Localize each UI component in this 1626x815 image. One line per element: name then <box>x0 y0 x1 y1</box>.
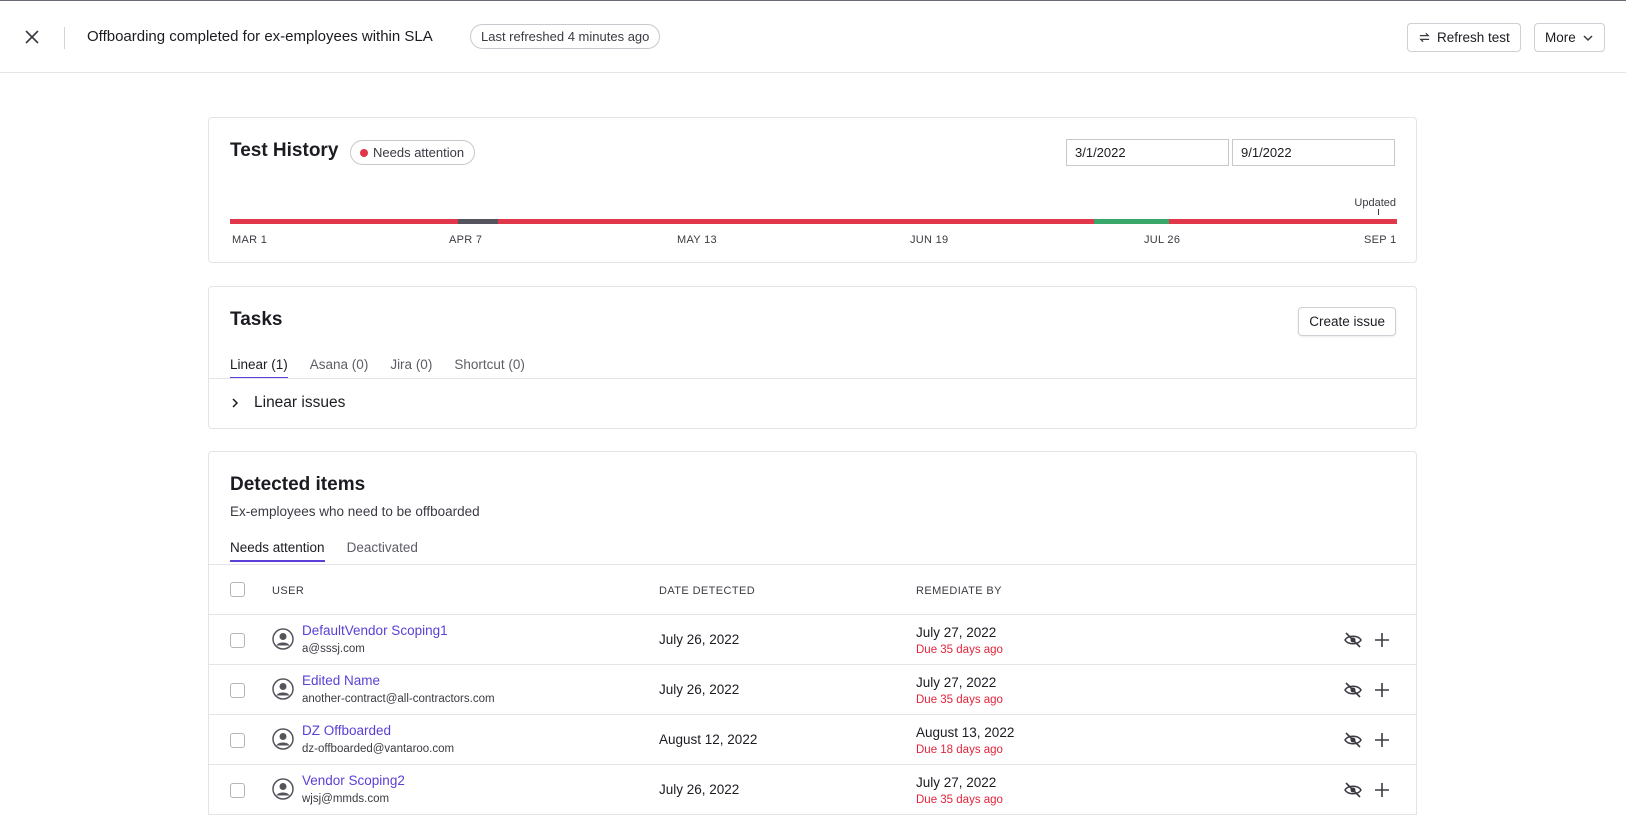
timeline-tick: JUN 19 <box>910 234 949 246</box>
user-email: a@sssj.com <box>302 643 365 655</box>
column-header-date-detected: DATE DETECTED <box>659 585 756 597</box>
due-status: Due 35 days ago <box>916 644 1003 656</box>
test-history-title: Test History <box>230 140 339 161</box>
user-avatar-icon <box>272 628 294 650</box>
timeline-tick: MAR 1 <box>232 234 268 246</box>
table-row: Edited Name another-contract@all-contrac… <box>209 665 1416 715</box>
user-name-link[interactable]: DefaultVendor Scoping1 <box>302 623 448 638</box>
timeline-segment-failing <box>230 219 458 224</box>
tasks-title: Tasks <box>230 309 283 330</box>
refresh-test-label: Refresh test <box>1437 30 1510 45</box>
status-badge: Needs attention <box>350 140 476 165</box>
linear-issues-expander[interactable]: Linear issues <box>230 394 345 412</box>
timeline-segment-failing <box>1169 219 1397 224</box>
select-all-checkbox[interactable] <box>230 582 245 597</box>
user-avatar-icon <box>272 728 294 750</box>
header-divider <box>64 27 65 49</box>
row-checkbox[interactable] <box>230 683 245 698</box>
table-header: USER DATE DETECTED REMEDIATE BY <box>209 565 1416 615</box>
detected-items-title: Detected items <box>230 474 366 495</box>
user-avatar-icon <box>272 678 294 700</box>
detected-tabs: Needs attention Deactivated <box>230 540 418 562</box>
refresh-icon <box>1419 32 1430 43</box>
timeline-segment-failing <box>498 219 1094 224</box>
test-history-card: Test History Needs attention Updated MAR… <box>208 117 1417 263</box>
date-detected: August 12, 2022 <box>659 732 758 747</box>
tab-shortcut[interactable]: Shortcut (0) <box>454 357 525 379</box>
remediate-by-date: July 27, 2022 <box>916 775 997 790</box>
plus-icon[interactable] <box>1372 630 1392 650</box>
date-detected: July 26, 2022 <box>659 682 740 697</box>
tab-linear[interactable]: Linear (1) <box>230 357 288 379</box>
eye-off-icon[interactable] <box>1343 630 1363 650</box>
chevron-right-icon <box>232 398 239 408</box>
timeline-tick: JUL 26 <box>1144 234 1181 246</box>
tasks-tab-divider <box>209 378 1416 379</box>
date-detected: July 26, 2022 <box>659 632 740 647</box>
remediate-by-date: July 27, 2022 <box>916 625 997 640</box>
plus-icon[interactable] <box>1372 680 1392 700</box>
due-status: Due 18 days ago <box>916 744 1003 756</box>
row-checkbox[interactable] <box>230 783 245 798</box>
due-status: Due 35 days ago <box>916 694 1003 706</box>
detected-items-card: Detected items Ex-employees who need to … <box>208 451 1417 815</box>
timeline-tick: MAY 13 <box>677 234 717 246</box>
column-header-remediate-by: REMEDIATE BY <box>916 585 1002 597</box>
linear-issues-label: Linear issues <box>254 394 346 411</box>
close-button[interactable] <box>20 25 44 49</box>
history-timeline <box>230 219 1397 224</box>
status-dot-icon <box>360 149 368 157</box>
top-bar: Offboarding completed for ex-employees w… <box>0 0 1626 73</box>
row-checkbox[interactable] <box>230 733 245 748</box>
tab-asana[interactable]: Asana (0) <box>310 357 369 379</box>
remediate-by-date: August 13, 2022 <box>916 725 1015 740</box>
close-icon <box>25 30 39 44</box>
eye-off-icon[interactable] <box>1343 680 1363 700</box>
chevron-down-icon <box>1583 34 1593 41</box>
row-checkbox[interactable] <box>230 633 245 648</box>
user-name-link[interactable]: Vendor Scoping2 <box>302 773 405 788</box>
tasks-card: Tasks Create issue Linear (1) Asana (0) … <box>208 286 1417 429</box>
more-button[interactable]: More <box>1534 23 1605 52</box>
table-row: DZ Offboarded dz-offboarded@vantaroo.com… <box>209 715 1416 765</box>
user-name-link[interactable]: DZ Offboarded <box>302 723 391 738</box>
tab-deactivated[interactable]: Deactivated <box>347 540 418 562</box>
tab-jira[interactable]: Jira (0) <box>390 357 432 379</box>
table-row: Vendor Scoping2 wjsj@mmds.com July 26, 2… <box>209 765 1416 815</box>
timeline-tick: APR 7 <box>449 234 483 246</box>
date-detected: July 26, 2022 <box>659 782 740 797</box>
page-title: Offboarding completed for ex-employees w… <box>87 28 433 45</box>
user-email: another-contract@all-contractors.com <box>302 693 495 705</box>
due-status: Due 35 days ago <box>916 794 1003 806</box>
plus-icon[interactable] <box>1372 730 1392 750</box>
user-name-link[interactable]: Edited Name <box>302 673 380 688</box>
more-label: More <box>1545 30 1576 45</box>
column-header-user: USER <box>272 585 305 597</box>
timeline-segment-passing <box>1093 219 1170 224</box>
table-row: DefaultVendor Scoping1 a@sssj.com July 2… <box>209 615 1416 665</box>
tasks-tabs: Linear (1) Asana (0) Jira (0) Shortcut (… <box>230 357 525 379</box>
last-refreshed-badge: Last refreshed 4 minutes ago <box>470 24 661 49</box>
tab-needs-attention[interactable]: Needs attention <box>230 540 325 562</box>
timeline-tick: SEP 1 <box>1364 234 1397 246</box>
create-issue-button[interactable]: Create issue <box>1298 307 1396 336</box>
user-email: dz-offboarded@vantaroo.com <box>302 743 455 755</box>
status-label: Needs attention <box>373 145 465 160</box>
detected-items-subtitle: Ex-employees who need to be offboarded <box>230 504 480 519</box>
eye-off-icon[interactable] <box>1343 780 1363 800</box>
updated-marker <box>1378 209 1379 215</box>
updated-label: Updated <box>1354 197 1396 209</box>
refresh-test-button[interactable]: Refresh test <box>1407 23 1521 52</box>
remediate-by-date: July 27, 2022 <box>916 675 997 690</box>
user-email: wjsj@mmds.com <box>302 793 390 805</box>
end-date-input[interactable] <box>1232 139 1395 166</box>
plus-icon[interactable] <box>1372 780 1392 800</box>
eye-off-icon[interactable] <box>1343 730 1363 750</box>
user-avatar-icon <box>272 778 294 800</box>
timeline-segment-unknown <box>457 219 499 224</box>
start-date-input[interactable] <box>1066 139 1229 166</box>
